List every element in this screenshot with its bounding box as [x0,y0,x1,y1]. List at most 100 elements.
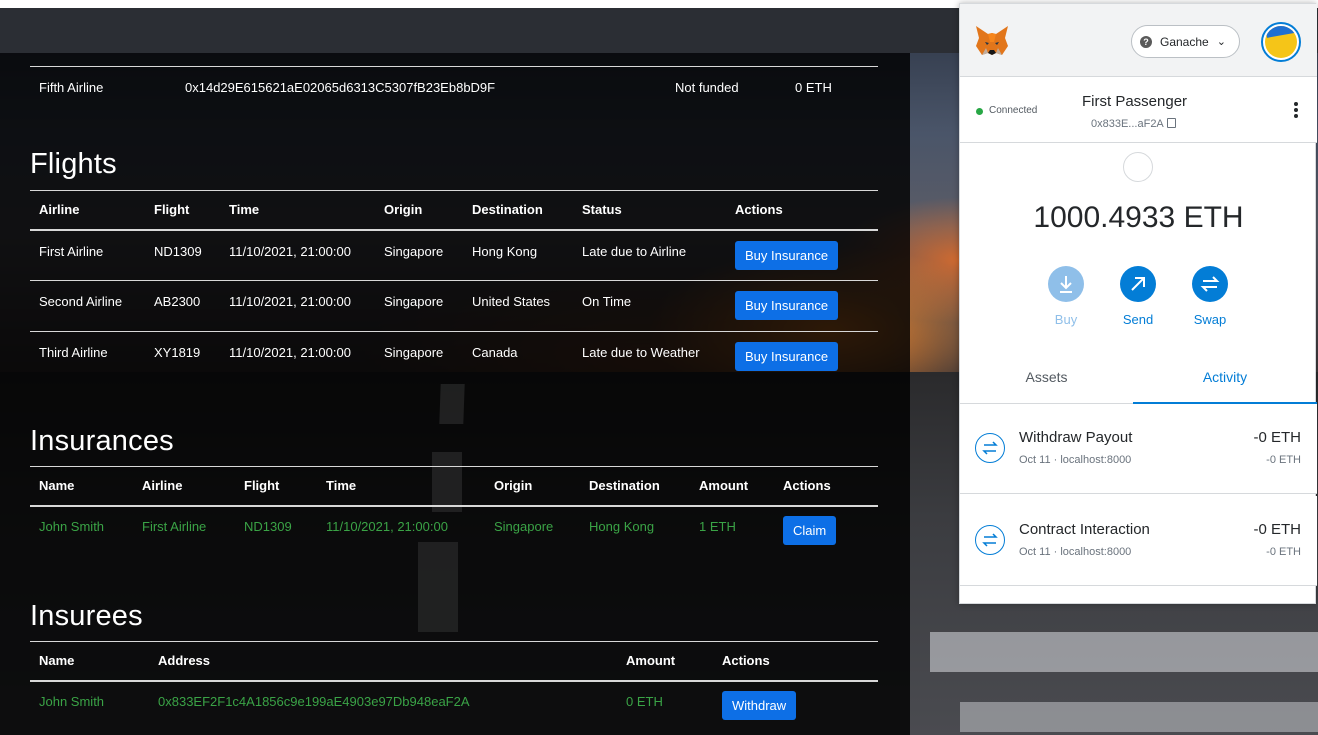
cell-address: 0x833EF2F1c4A1856c9e199aE4903e97Db948eaF… [158,693,470,709]
activity-title: Withdraw Payout [1019,429,1133,446]
table-header-row: Name Airline Flight Time Origin Destinat… [30,466,878,507]
swap-label: Swap [1193,312,1227,327]
col-header-airline: Airline [133,466,235,507]
cell-amount: 1 ETH [699,518,736,534]
cell-destination: Canada [472,345,518,360]
col-header-flight: Flight [235,466,317,507]
cell-airline: First Airline [30,229,145,281]
buy-insurance-button[interactable]: Buy Insurance [735,240,839,270]
account-address-copy[interactable]: 0x833E...aF2A [1091,118,1176,130]
table-row: Third Airline XY1819 11/10/2021, 21:00:0… [30,332,878,383]
tab-activity[interactable]: Activity [1133,357,1317,404]
cell-origin: Singapore [375,280,463,332]
activity-amount: -0 ETH [1253,429,1301,446]
cell-flight: ND1309 [145,229,220,281]
send-button[interactable]: Send [1108,266,1168,327]
col-header-name: Name [30,641,149,682]
activity-fiat-amount: -0 ETH [1266,454,1301,466]
col-header-airline: Airline [30,190,145,231]
cell-airline: Second Airline [30,280,145,332]
metamask-header: ? Ganache ⌄ [960,4,1317,77]
connection-status[interactable]: Connected [989,105,1037,116]
cell-destination: Hong Kong [463,229,573,281]
network-selector[interactable]: ? Ganache ⌄ [1131,25,1240,58]
activity-item[interactable]: Contract Interaction Oct 11 · localhost:… [960,496,1317,586]
col-header-amount: Amount [690,466,774,507]
col-header-actions: Actions [713,641,878,682]
cell-time: 11/10/2021, 21:00:00 [229,345,351,360]
cell-airline: First Airline [142,518,207,534]
col-header-flight: Flight [145,190,220,231]
col-header-name: Name [30,466,133,507]
table-row: John Smith First Airline ND1309 11/10/20… [30,506,878,557]
airline-name: Fifth Airline [39,80,104,95]
balance: 1000.4933 ETH [1033,201,1244,234]
claim-button[interactable]: Claim [783,515,837,545]
cell-origin: Singapore [494,518,554,534]
chevron-down-icon: ⌄ [1216,36,1226,48]
token-icon [1123,152,1153,182]
cell-flight: ND1309 [244,518,292,534]
col-header-amount: Amount [617,641,713,682]
cell-status: Late due to Weather [582,345,700,360]
buy-insurance-button[interactable]: Buy Insurance [735,342,839,371]
wallet-tabs: Assets Activity [960,357,1317,404]
help-icon: ? [1140,35,1152,48]
col-header-actions: Actions [726,190,878,231]
arrow-up-right-icon [1120,266,1156,302]
account-address: 0x833E...aF2A [1091,118,1164,130]
connected-status-dot [976,108,983,115]
cell-actions: Buy Insurance [726,229,878,281]
col-header-origin: Origin [375,190,463,231]
col-header-origin: Origin [485,466,580,507]
cell-time: 11/10/2021, 21:00:00 [220,229,375,281]
airline-funding-row: Fifth Airline 0x14d29E615621aE02065d6313… [30,66,878,106]
col-header-time: Time [220,190,375,231]
table-header-row: Airline Flight Time Origin Destination S… [30,190,878,231]
account-options-icon[interactable] [1294,102,1298,120]
table-row: Second Airline AB2300 11/10/2021, 21:00:… [30,280,878,332]
activity-fiat-amount: -0 ETH [1266,546,1301,558]
cell-name: John Smith [39,693,105,709]
col-header-actions: Actions [774,466,878,507]
cell-actions: Buy Insurance [726,280,878,332]
cell-actions: Claim [774,506,878,557]
funding-status: Not funded [675,80,739,95]
cell-destination: Hong Kong [589,518,655,534]
buy-button[interactable]: Buy [1036,266,1096,327]
col-header-destination: Destination [580,466,690,507]
cell-destination: United States [463,280,573,332]
swap-button[interactable]: Swap [1180,266,1240,327]
cell-amount: 0 ETH [626,693,663,709]
activity-title: Contract Interaction [1019,521,1150,538]
download-icon [1048,266,1084,302]
metamask-popup: ? Ganache ⌄ Connected First Passenger 0x… [959,3,1317,604]
account-bar: Connected First Passenger 0x833E...aF2A [960,77,1317,143]
col-header-time: Time [317,466,485,507]
swap-icon [975,433,1005,463]
network-name: Ganache [1160,34,1209,49]
tab-assets[interactable]: Assets [960,357,1133,404]
activity-subtitle: Oct 11 · localhost:8000 [1019,454,1132,466]
swap-icon [975,525,1005,555]
cell-origin: Singapore [384,345,444,360]
buy-insurance-button[interactable]: Buy Insurance [735,291,839,320]
insurees-table: Name Address Amount Actions John Smith 0… [30,641,878,732]
cell-airline: Third Airline [39,345,108,360]
cell-status: Late due to Airline [573,229,726,281]
cell-actions: Withdraw [713,681,878,732]
cell-flight: AB2300 [145,280,220,332]
account-avatar[interactable] [1261,22,1301,62]
activity-item[interactable]: Withdraw Payout Oct 11 · localhost:8000 … [960,404,1317,494]
send-label: Send [1122,312,1154,327]
flights-heading: Flights [30,148,117,180]
cell-time: 11/10/2021, 21:00:00 [326,518,448,534]
cell-origin: Singapore [375,229,463,281]
cell-flight: XY1819 [154,345,201,360]
insurees-heading: Insurees [30,600,143,632]
col-header-status: Status [573,190,726,231]
insurances-table: Name Airline Flight Time Origin Destinat… [30,466,878,557]
buy-label: Buy [1054,312,1078,327]
withdraw-button[interactable]: Withdraw [722,690,797,720]
cell-name: John Smith [39,518,105,534]
